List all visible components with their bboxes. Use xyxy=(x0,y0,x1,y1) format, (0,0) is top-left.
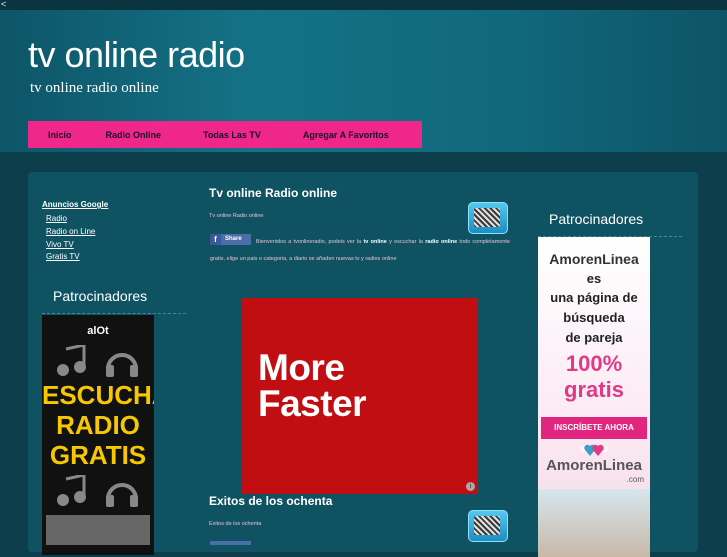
post-text-2: y escuchar la xyxy=(386,239,426,245)
ads-title[interactable]: Anuncios Google xyxy=(42,200,108,209)
promo-text: More Faster xyxy=(258,347,367,424)
banner-line-gratis: GRATIS xyxy=(49,440,147,470)
nav-item-todas-las-tv[interactable]: Todas Las TV xyxy=(203,130,261,140)
post-title-2[interactable]: Exitos de los ochenta xyxy=(209,494,332,508)
brand-big-2: gratis xyxy=(564,377,624,402)
top-strip: < xyxy=(0,0,727,10)
couple-photo xyxy=(538,489,650,557)
brand-logo-2-domain: .com xyxy=(626,475,644,484)
post-text-1: Bienvenidos a tvonlineradio, podeis ver … xyxy=(256,239,364,245)
headphones-icon xyxy=(106,353,138,377)
share-label: Share xyxy=(225,236,242,242)
tv-icon-2 xyxy=(468,510,508,542)
promo-line-2: Faster xyxy=(258,383,367,424)
main-nav: Inicio Radio Online Todas Las TV Agregar… xyxy=(28,121,422,148)
promo-banner[interactable]: More Faster i xyxy=(242,298,478,494)
brand-big-1: 100% xyxy=(565,351,623,376)
brand-line-4: de pareja xyxy=(565,330,623,345)
brand-line-3: búsqueda xyxy=(563,310,625,325)
banner-logo: alOt xyxy=(87,325,109,337)
site-subtitle: tv online radio online xyxy=(30,80,159,96)
music-note-icon-2 xyxy=(57,475,86,506)
facebook-icon: f xyxy=(210,234,221,245)
ads-links: Radio Radio on Line Vivo TV Gratis TV xyxy=(46,213,95,264)
brand-logo-2: AmorenLinea xyxy=(546,457,642,474)
ad-link-gratis-tv[interactable]: Gratis TV xyxy=(46,251,95,264)
post-body: Bienvenidos a tvonlineradio, podeis ver … xyxy=(210,234,510,267)
brand-line-1: es xyxy=(586,271,602,286)
link-tv-online[interactable]: tv online xyxy=(363,239,386,245)
right-sponsor-banner[interactable]: AmorenLinea es una página de búsqueda de… xyxy=(538,237,650,557)
corner-glyph: < xyxy=(1,0,7,9)
promo-line-1: More xyxy=(258,347,345,388)
ad-link-radio-on-line[interactable]: Radio on Line xyxy=(46,226,95,239)
info-icon[interactable]: i xyxy=(466,482,475,491)
post-title[interactable]: Tv online Radio online xyxy=(209,186,337,200)
banner-screenshot xyxy=(46,515,150,545)
left-sponsor-banner[interactable]: alOt ESCUCHA RADIO GRATIS xyxy=(42,315,154,555)
nav-item-radio-online[interactable]: Radio Online xyxy=(106,130,162,140)
nav-item-agregar-favoritos[interactable]: Agregar A Favoritos xyxy=(303,130,389,140)
site-title[interactable]: tv online radio xyxy=(28,34,245,76)
banner-line-escucha: ESCUCHA xyxy=(42,380,154,410)
signup-button[interactable]: INSCRÍBETE AHORA MISMO xyxy=(541,417,647,454)
headphones-icon-2 xyxy=(106,483,138,507)
post-subtitle: Tv online Radio online xyxy=(209,213,264,219)
right-sponsors-heading: Patrocinadores xyxy=(549,211,644,227)
left-divider xyxy=(42,313,186,314)
nav-item-inicio[interactable]: Inicio xyxy=(48,130,72,140)
music-note-icon xyxy=(57,345,86,376)
banner-line-radio: RADIO xyxy=(56,410,140,440)
post-subtitle-2: Exitos de los ochenta xyxy=(209,521,262,527)
hearts-icon xyxy=(584,444,604,456)
facebook-share-button[interactable]: f Share xyxy=(210,234,251,245)
ad-link-radio[interactable]: Radio xyxy=(46,213,95,226)
left-sponsors-heading: Patrocinadores xyxy=(53,288,148,304)
brand-name: AmorenLinea xyxy=(549,251,639,267)
tv-icon xyxy=(468,202,508,234)
ad-link-vivo-tv[interactable]: Vivo TV xyxy=(46,239,95,252)
brand-line-2: una página de xyxy=(550,290,638,305)
link-radio-online[interactable]: radio online xyxy=(425,239,457,245)
share-button-2[interactable] xyxy=(210,541,251,545)
